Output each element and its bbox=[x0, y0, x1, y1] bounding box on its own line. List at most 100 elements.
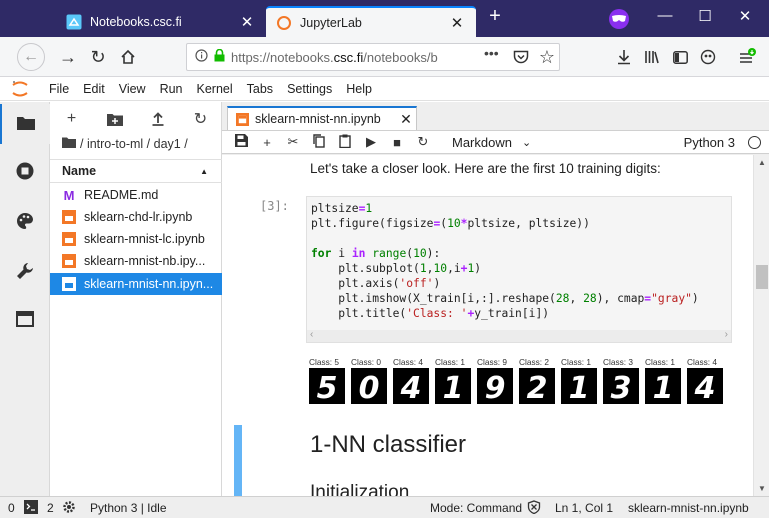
vertical-scrollbar[interactable]: ▲ ▼ bbox=[753, 155, 769, 496]
new-tab-icon[interactable]: + bbox=[482, 5, 508, 28]
running-icon bbox=[16, 162, 34, 183]
status-file-name: sklearn-mnist-nn.ipynb bbox=[628, 501, 749, 515]
maximize-icon[interactable]: ☐ bbox=[690, 7, 720, 25]
minimize-icon[interactable]: — bbox=[650, 7, 680, 24]
kernel-state[interactable]: Python 3 | Idle bbox=[90, 501, 167, 515]
jupyter-menu-bar: File Edit View Run Kernel Tabs Settings … bbox=[0, 77, 769, 101]
run-icon[interactable]: ▶ bbox=[358, 134, 384, 150]
upload-icon[interactable] bbox=[136, 106, 179, 132]
insert-cell-icon[interactable]: + bbox=[254, 135, 280, 150]
menu-edit[interactable]: Edit bbox=[76, 82, 112, 96]
notebook-file-icon bbox=[62, 254, 76, 268]
download-icon[interactable] bbox=[611, 44, 637, 70]
scroll-left-icon[interactable]: ‹ bbox=[310, 329, 313, 340]
browser-tab-jupyterlab[interactable]: JupyterLab ✕ bbox=[266, 6, 476, 37]
name-column-header[interactable]: Name ▲ bbox=[50, 159, 222, 183]
reload-button[interactable]: ↻ bbox=[85, 44, 111, 70]
pocket-icon[interactable] bbox=[508, 44, 534, 70]
kernel-count[interactable]: 2 bbox=[47, 501, 54, 515]
bookmark-star-icon[interactable]: ☆ bbox=[534, 44, 560, 70]
menu-view[interactable]: View bbox=[112, 82, 153, 96]
new-folder-icon[interactable] bbox=[93, 106, 136, 132]
cell-type-select[interactable]: Markdown ⌄ bbox=[452, 135, 531, 150]
menu-run[interactable]: Run bbox=[153, 82, 190, 96]
notebook-body[interactable]: Let's take a closer look. Here are the f… bbox=[222, 155, 769, 496]
scroll-down-icon[interactable]: ▼ bbox=[754, 484, 769, 493]
stop-icon[interactable]: ■ bbox=[384, 135, 410, 150]
property-inspector-tab[interactable] bbox=[0, 252, 50, 292]
digit-glyph: 5 bbox=[317, 371, 338, 404]
digit-image: 1 bbox=[645, 368, 681, 404]
close-tab-icon[interactable]: ✕ bbox=[448, 14, 466, 32]
back-button[interactable]: ← bbox=[17, 43, 45, 71]
file-browser-tab[interactable] bbox=[0, 104, 50, 144]
terminal-count[interactable]: 0 bbox=[8, 501, 15, 515]
menu-help[interactable]: Help bbox=[339, 82, 379, 96]
url-bar[interactable]: https://notebooks. csc.fi/notebooks/b bbox=[186, 43, 560, 71]
forward-button[interactable]: → bbox=[55, 44, 81, 70]
kernel-name[interactable]: Python 3 bbox=[684, 135, 735, 150]
file-browser-toolbar: + ↻ bbox=[50, 106, 222, 132]
kernel-status-icon bbox=[748, 136, 761, 149]
home-button[interactable] bbox=[115, 44, 141, 70]
file-name: sklearn-chd-lr.ipynb bbox=[84, 210, 193, 224]
scroll-right-icon[interactable]: › bbox=[725, 329, 728, 340]
breadcrumb-path[interactable]: / intro-to-ml / day1 / bbox=[80, 137, 188, 151]
horizontal-scrollbar[interactable]: ‹ › bbox=[307, 329, 731, 342]
digit-subplot: Class: 0 0 bbox=[351, 356, 393, 404]
menu-file[interactable]: File bbox=[42, 82, 76, 96]
menu-tabs[interactable]: Tabs bbox=[240, 82, 280, 96]
code-cell-editor[interactable]: pltsize=1 plt.figure(figsize=(10*pltsize… bbox=[306, 196, 732, 343]
digit-image: 4 bbox=[393, 368, 429, 404]
notebook-file-icon bbox=[62, 232, 76, 246]
file-name: sklearn-mnist-nb.ipy... bbox=[84, 254, 206, 268]
digit-subplot: Class: 3 3 bbox=[603, 356, 645, 404]
library-icon[interactable] bbox=[639, 44, 665, 70]
notebook-tab[interactable]: sklearn-mnist-nn.ipynb ✕ bbox=[227, 106, 417, 130]
trust-icon bbox=[527, 500, 541, 517]
running-sessions-tab[interactable] bbox=[0, 152, 50, 192]
tabs-tab[interactable] bbox=[0, 300, 50, 340]
url-prefix: https://notebooks. bbox=[231, 49, 334, 65]
restart-icon[interactable]: ↻ bbox=[410, 134, 436, 150]
window-close-icon[interactable]: ✕ bbox=[730, 7, 760, 25]
left-sidebar-strip bbox=[0, 102, 50, 496]
digit-subplot: Class: 9 9 bbox=[477, 356, 519, 404]
svg-text:9: 9 bbox=[485, 371, 506, 404]
new-launcher-icon[interactable]: + bbox=[50, 106, 93, 132]
digit-glyph: 3 bbox=[611, 371, 632, 404]
private-mask-icon[interactable] bbox=[609, 9, 629, 29]
file-item[interactable]: sklearn-mnist-lc.ipynb bbox=[50, 228, 222, 250]
file-item[interactable]: M README.md bbox=[50, 184, 222, 206]
cut-icon[interactable]: ✂ bbox=[280, 134, 306, 150]
sidebar-icon[interactable] bbox=[667, 44, 693, 70]
paste-icon[interactable] bbox=[332, 134, 358, 151]
cursor-position[interactable]: Ln 1, Col 1 bbox=[555, 501, 613, 515]
file-item[interactable]: sklearn-chd-lr.ipynb bbox=[50, 206, 222, 228]
extension-icon[interactable] bbox=[695, 44, 721, 70]
page-actions-icon[interactable]: ••• bbox=[484, 45, 499, 61]
commands-tab[interactable] bbox=[0, 202, 50, 242]
close-tab-icon[interactable]: ✕ bbox=[396, 111, 416, 128]
digit-class-label: Class: 5 bbox=[309, 357, 339, 367]
scroll-up-icon[interactable]: ▲ bbox=[754, 158, 769, 167]
column-header-label: Name bbox=[62, 164, 97, 178]
copy-icon[interactable] bbox=[306, 133, 332, 151]
file-item[interactable]: sklearn-mnist-nb.ipy... bbox=[50, 250, 222, 272]
digit-glyph: 4 bbox=[694, 371, 716, 404]
menu-kernel[interactable]: Kernel bbox=[190, 82, 240, 96]
folder-icon[interactable] bbox=[62, 137, 76, 151]
mode-indicator: Mode: Command bbox=[430, 501, 523, 515]
cloud-icon bbox=[66, 14, 82, 30]
refresh-icon[interactable]: ↻ bbox=[179, 106, 222, 132]
file-item-selected[interactable]: sklearn-mnist-nn.ipyn... bbox=[50, 273, 222, 295]
browser-tab-notebooks[interactable]: Notebooks.csc.fi ✕ bbox=[56, 6, 266, 37]
info-icon[interactable] bbox=[195, 49, 208, 65]
scroll-thumb[interactable] bbox=[756, 265, 768, 289]
digit-glyph: 1 bbox=[443, 371, 464, 404]
menu-settings[interactable]: Settings bbox=[280, 82, 339, 96]
save-icon[interactable] bbox=[228, 134, 254, 150]
close-tab-icon[interactable]: ✕ bbox=[238, 13, 256, 31]
menu-icon[interactable] bbox=[735, 44, 761, 70]
file-name: sklearn-mnist-lc.ipynb bbox=[84, 232, 205, 246]
